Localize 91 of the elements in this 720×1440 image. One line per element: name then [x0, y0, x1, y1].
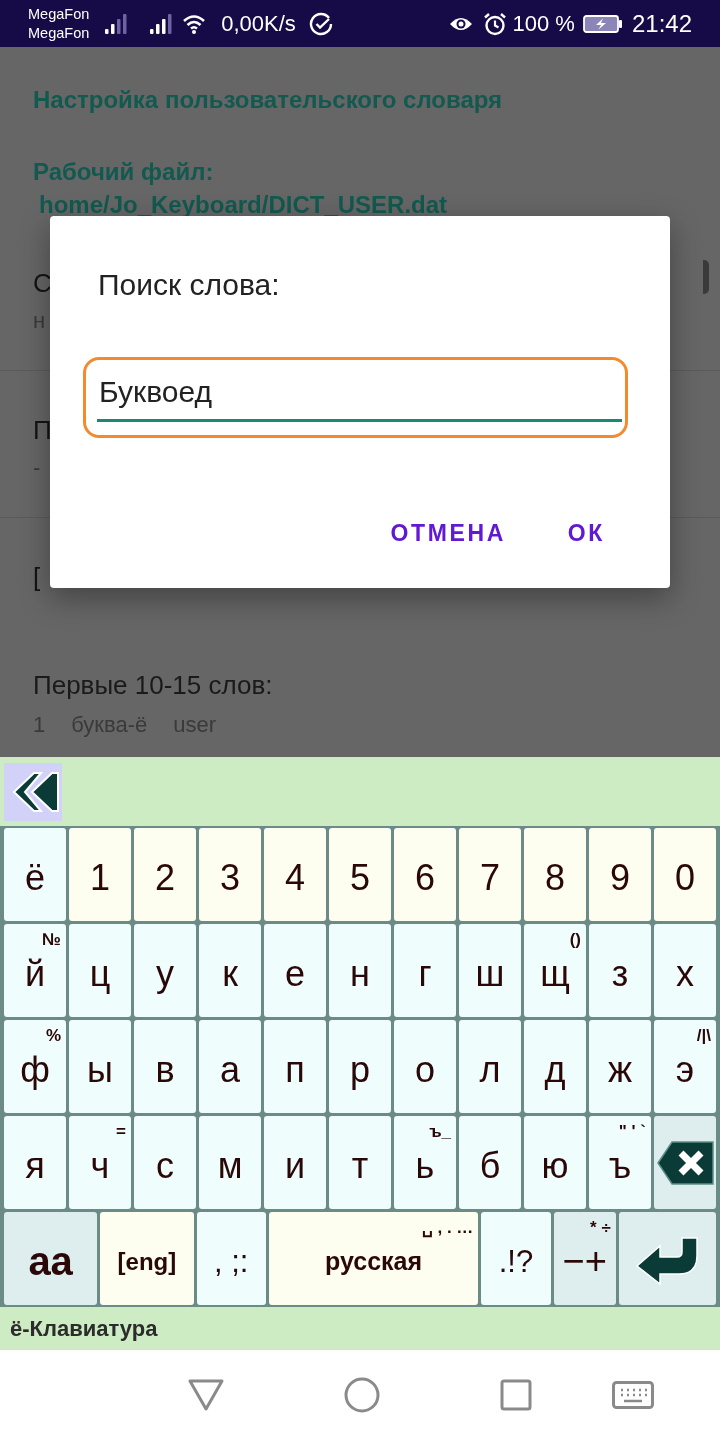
- letter-key[interactable]: к: [199, 924, 261, 1017]
- letter-key[interactable]: а: [199, 1020, 261, 1113]
- digit-key[interactable]: 4: [264, 828, 326, 921]
- setting-title: П: [33, 414, 52, 447]
- letter-key[interactable]: м: [199, 1116, 261, 1209]
- digit-key[interactable]: 2: [134, 828, 196, 921]
- setting-title: [: [33, 561, 41, 594]
- key-hint: №: [42, 930, 61, 950]
- letter-key[interactable]: п: [264, 1020, 326, 1113]
- network-speed: 0,00K/s: [221, 10, 296, 37]
- check-circle-icon: [308, 11, 333, 36]
- key-hint: ъ_: [429, 1122, 451, 1142]
- keyboard-icon[interactable]: [612, 1381, 654, 1409]
- home-icon[interactable]: [344, 1377, 380, 1413]
- screen-title: Настройка пользовательского словаря: [33, 85, 503, 115]
- language-key[interactable]: [eng]: [100, 1212, 194, 1305]
- backspace-icon: [656, 1140, 714, 1185]
- carrier-name: MegaFon: [28, 23, 90, 43]
- letter-key[interactable]: ц: [69, 924, 131, 1017]
- letter-key[interactable]: № й: [4, 924, 66, 1017]
- back-icon[interactable]: [188, 1379, 224, 1411]
- letter-key[interactable]: н: [329, 924, 391, 1017]
- letter-key[interactable]: у: [134, 924, 196, 1017]
- battery-percent: 100 %: [512, 10, 575, 37]
- letter-key[interactable]: з: [589, 924, 651, 1017]
- digit-key[interactable]: 9: [589, 828, 651, 921]
- letter-key[interactable]: г: [394, 924, 456, 1017]
- enter-key[interactable]: [618, 1212, 716, 1305]
- letter-key[interactable]: л: [459, 1020, 521, 1113]
- operators-key[interactable]: * ÷ −+: [553, 1212, 616, 1305]
- key-hint: ␣ , . …: [421, 1218, 474, 1238]
- letter-key[interactable]: = ч: [69, 1116, 131, 1209]
- key-hint: * ÷: [590, 1218, 611, 1238]
- key-hint: /|\: [696, 1026, 711, 1046]
- letter-key[interactable]: б: [459, 1116, 521, 1209]
- letter-key[interactable]: " ' ` ъ: [589, 1116, 651, 1209]
- letter-key[interactable]: () щ: [524, 924, 586, 1017]
- charging-battery-icon: [582, 14, 623, 33]
- letter-key[interactable]: д: [524, 1020, 586, 1113]
- shift-key[interactable]: aa: [4, 1212, 98, 1305]
- keyboard-name: ё-Клавиатура: [10, 1315, 158, 1342]
- digit-key[interactable]: 5: [329, 828, 391, 921]
- letter-key[interactable]: % ф: [4, 1020, 66, 1113]
- file-label: Рабочий файл:: [33, 157, 214, 187]
- key-hint: " ' `: [618, 1122, 646, 1142]
- letter-key[interactable]: ш: [459, 924, 521, 1017]
- digit-key[interactable]: 7: [459, 828, 521, 921]
- letter-key[interactable]: ж: [589, 1020, 651, 1113]
- recents-icon[interactable]: [500, 1379, 532, 1411]
- signal-icon: [105, 13, 128, 34]
- key-hint: =: [116, 1122, 126, 1142]
- key-hint: %: [45, 1026, 61, 1046]
- clock-time: 21:42: [631, 10, 692, 37]
- digit-key[interactable]: 0: [654, 828, 716, 921]
- backspace-key[interactable]: [654, 1116, 716, 1209]
- wifi-icon: [182, 13, 207, 34]
- digit-key[interactable]: 1: [69, 828, 131, 921]
- letter-key[interactable]: ё: [4, 828, 66, 921]
- list-heading: Первые 10-15 слов:: [33, 669, 273, 701]
- search-field[interactable]: Буквоед: [83, 357, 628, 438]
- letter-key[interactable]: е: [264, 924, 326, 1017]
- letter-key[interactable]: х: [654, 924, 716, 1017]
- signal-icon: [150, 13, 173, 34]
- ok-button[interactable]: ОК: [561, 513, 611, 553]
- setting-title: С: [33, 267, 52, 300]
- key-hint: (): [569, 930, 581, 950]
- digit-key[interactable]: 6: [394, 828, 456, 921]
- letter-key[interactable]: о: [394, 1020, 456, 1113]
- letter-key[interactable]: /|\ э: [654, 1020, 716, 1113]
- cancel-button[interactable]: ОТМЕНА: [384, 513, 512, 553]
- setting-summary: -: [33, 455, 41, 481]
- letter-key[interactable]: ы: [69, 1020, 131, 1113]
- letter-key[interactable]: я: [4, 1116, 66, 1209]
- eye-icon: [448, 15, 473, 32]
- letter-key[interactable]: ю: [524, 1116, 586, 1209]
- space-key[interactable]: ␣ , . … русская: [268, 1212, 479, 1305]
- digit-key[interactable]: 3: [199, 828, 261, 921]
- digit-key[interactable]: 8: [524, 828, 586, 921]
- double-chevron-left-icon[interactable]: [4, 762, 62, 821]
- letter-key[interactable]: в: [134, 1020, 196, 1113]
- punctuation-key[interactable]: , ;:: [196, 1212, 266, 1305]
- dialog-title: Поиск слова:: [98, 267, 280, 303]
- letter-key[interactable]: т: [329, 1116, 391, 1209]
- letter-key[interactable]: и: [264, 1116, 326, 1209]
- alarm-clock-icon: [482, 11, 507, 36]
- carrier-name: MegaFon: [28, 4, 90, 24]
- punctuation-key[interactable]: .!?: [481, 1212, 551, 1305]
- letter-key[interactable]: р: [329, 1020, 391, 1113]
- letter-key[interactable]: ъ_ ь: [394, 1116, 456, 1209]
- file-path: home/Jo_Keyboard/DICT_USER.dat: [39, 190, 448, 220]
- letter-key[interactable]: с: [134, 1116, 196, 1209]
